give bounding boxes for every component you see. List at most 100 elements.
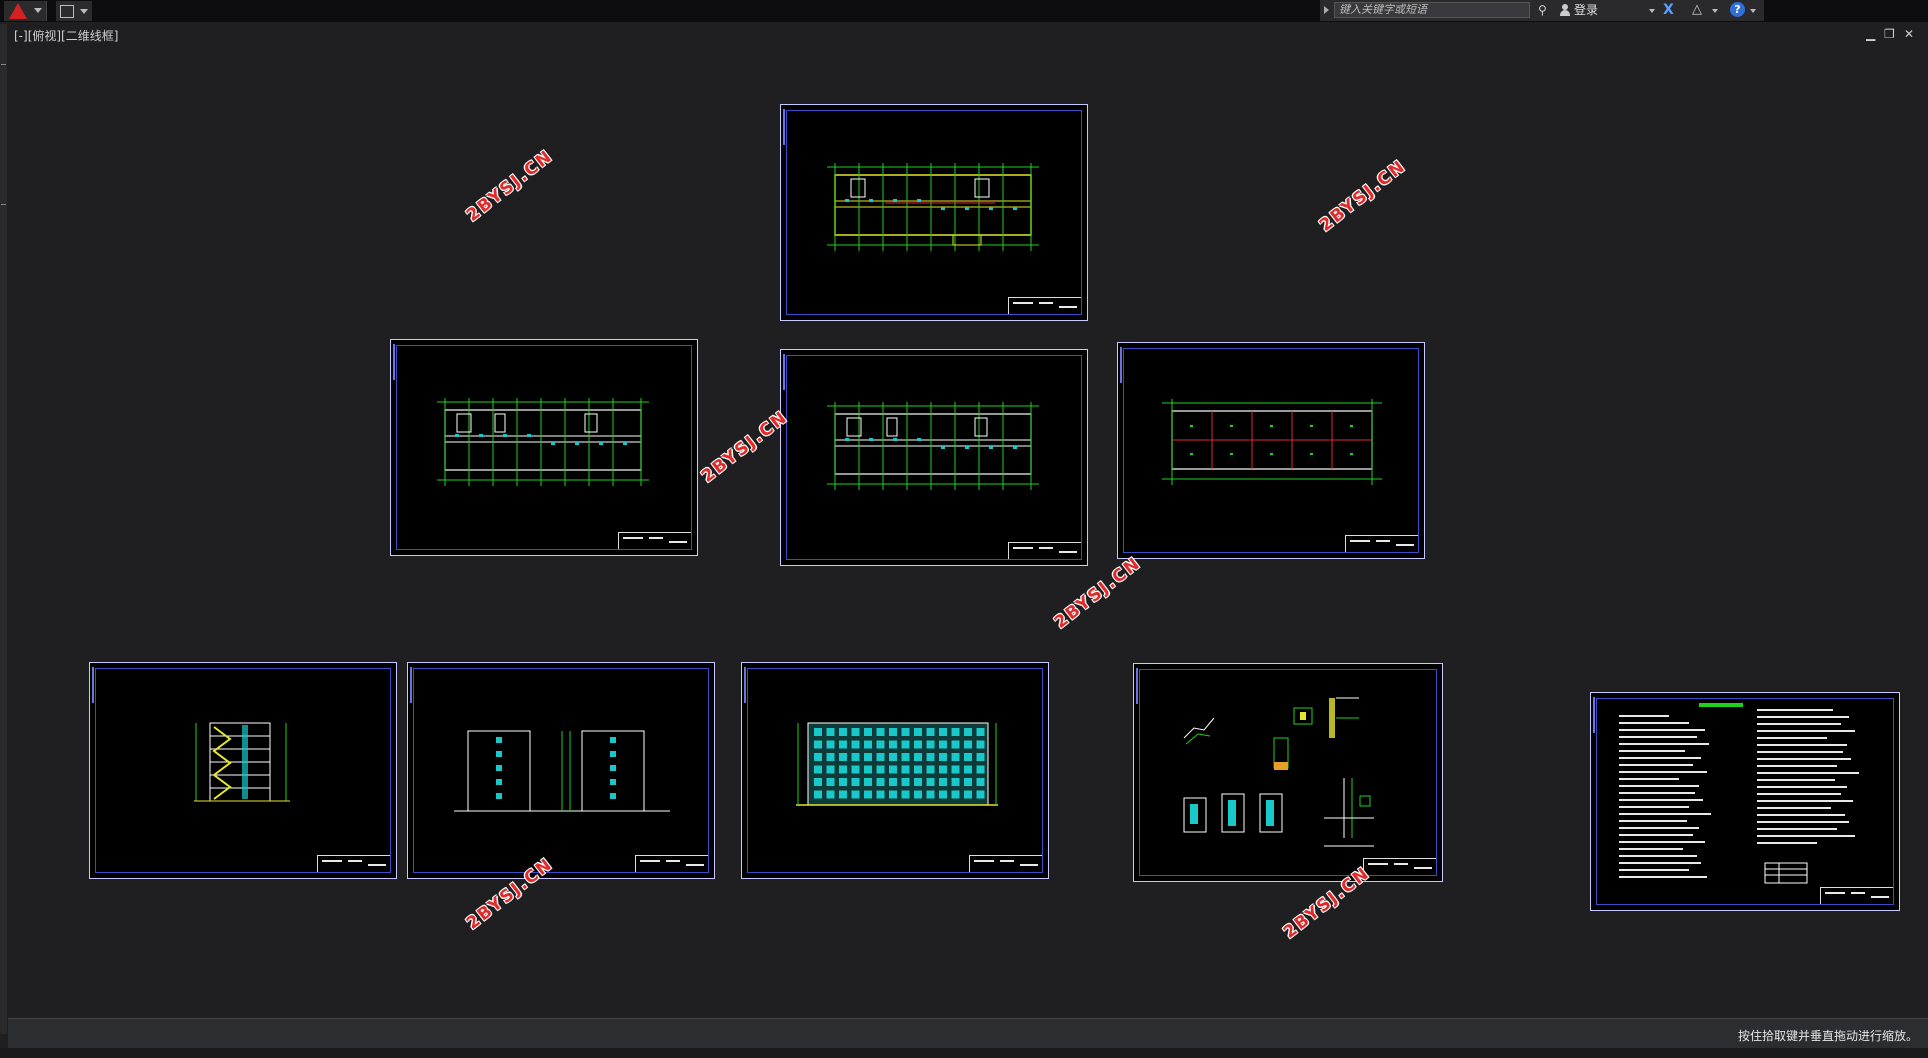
restore-button[interactable]: ❐ bbox=[1884, 28, 1895, 40]
chevron-down-icon[interactable] bbox=[1712, 9, 1718, 13]
exchange-x-icon[interactable]: X bbox=[1663, 2, 1679, 18]
window-mark bbox=[851, 765, 860, 774]
window-mark bbox=[901, 778, 910, 786]
chevron-down-icon[interactable] bbox=[1750, 9, 1756, 13]
text-line-mark bbox=[1757, 723, 1841, 725]
drawing-sheet[interactable] bbox=[780, 104, 1088, 321]
text-line-mark bbox=[1619, 834, 1693, 836]
text-line-mark bbox=[1757, 779, 1835, 781]
window-mark bbox=[976, 740, 985, 749]
drawing-sheet[interactable] bbox=[407, 662, 715, 879]
watermark-text: 2BYSJ.CN bbox=[462, 146, 558, 226]
window-mark bbox=[939, 740, 947, 749]
workspace-icon bbox=[60, 5, 74, 18]
window-mark bbox=[926, 740, 935, 749]
title-block bbox=[1820, 887, 1893, 904]
minimize-button[interactable]: ▁ bbox=[1866, 28, 1875, 40]
help-icon[interactable]: ? bbox=[1730, 2, 1745, 17]
chevron-down-icon[interactable] bbox=[1649, 9, 1655, 13]
window-mark bbox=[876, 778, 885, 786]
window-mark bbox=[826, 778, 835, 786]
window-mark bbox=[851, 753, 860, 761]
window-mark bbox=[826, 790, 835, 799]
window-mark bbox=[839, 728, 847, 736]
text-line-mark bbox=[1619, 771, 1707, 773]
roof-plan-drawing bbox=[1162, 399, 1382, 485]
text-line-mark bbox=[1619, 736, 1697, 738]
left-scroll-edge[interactable] bbox=[0, 24, 7, 1034]
window-mark bbox=[926, 753, 935, 761]
window-mark bbox=[889, 790, 897, 799]
side-elevation-drawing bbox=[454, 730, 670, 812]
window-mark bbox=[901, 753, 910, 761]
drawing-sheet[interactable] bbox=[89, 662, 397, 879]
drawing-sheet[interactable] bbox=[390, 339, 698, 556]
text-line-mark bbox=[1757, 842, 1817, 844]
window-mark bbox=[839, 740, 847, 749]
window-mark bbox=[839, 790, 847, 799]
watermark-text: 2BYSJ.CN bbox=[697, 407, 793, 487]
text-line-mark bbox=[1619, 820, 1687, 822]
application-menu-button[interactable] bbox=[4, 1, 47, 21]
window-mark bbox=[826, 740, 835, 749]
text-line-mark bbox=[1757, 828, 1837, 830]
floor-plan-drawing bbox=[827, 163, 1039, 251]
window-mark bbox=[851, 790, 860, 799]
window-mark bbox=[964, 728, 972, 736]
drawing-sheet[interactable] bbox=[741, 662, 1049, 879]
text-line-mark bbox=[1619, 750, 1685, 752]
window-mark bbox=[976, 790, 985, 799]
window-mark bbox=[889, 765, 897, 774]
drawing-sheet[interactable] bbox=[1117, 342, 1425, 559]
text-line-mark bbox=[1619, 729, 1705, 731]
sign-in-button[interactable]: 登录 bbox=[1560, 2, 1598, 18]
text-line-mark bbox=[1757, 807, 1831, 809]
title-block bbox=[1008, 542, 1081, 559]
window-mark bbox=[889, 728, 897, 736]
text-line-mark bbox=[1619, 799, 1703, 801]
window-mark bbox=[914, 790, 922, 799]
quick-access-toolbar[interactable] bbox=[56, 1, 92, 21]
close-button[interactable]: ✕ bbox=[1904, 28, 1914, 40]
text-line-mark bbox=[1757, 744, 1847, 746]
title-block bbox=[317, 855, 390, 872]
title-bar: 键入关键字或短语 ⚲ 登录 X △ ? bbox=[0, 0, 1928, 22]
window-mark bbox=[876, 753, 885, 761]
autocad-logo-icon bbox=[9, 3, 27, 19]
text-line-mark bbox=[1757, 793, 1841, 795]
window-mark bbox=[914, 753, 922, 761]
window-mark bbox=[864, 790, 872, 799]
window-mark bbox=[901, 728, 910, 736]
text-line-mark bbox=[1619, 869, 1689, 871]
viewport-controls-label[interactable]: [-][俯视][二维线框] bbox=[14, 27, 118, 44]
window-mark bbox=[964, 753, 972, 761]
window-mark bbox=[864, 753, 872, 761]
text-line-mark bbox=[1619, 827, 1699, 829]
binoculars-icon[interactable]: ⚲ bbox=[1538, 3, 1554, 17]
window-mark bbox=[814, 728, 822, 736]
window-mark bbox=[839, 778, 847, 786]
drawing-sheet[interactable] bbox=[780, 349, 1088, 566]
window-mark bbox=[914, 728, 922, 736]
window-mark bbox=[839, 753, 847, 761]
window-mark bbox=[889, 753, 897, 761]
drawing-sheet[interactable] bbox=[1133, 663, 1443, 882]
text-line-mark bbox=[1757, 800, 1853, 802]
text-line-mark bbox=[1619, 862, 1701, 864]
window-mark bbox=[901, 740, 910, 749]
window-mark bbox=[839, 765, 847, 774]
text-line-mark bbox=[1757, 765, 1837, 767]
text-line-mark bbox=[1757, 835, 1855, 837]
design-notes-sheet[interactable] bbox=[1590, 692, 1900, 911]
text-line-mark bbox=[1619, 792, 1695, 794]
window-mark bbox=[901, 765, 910, 774]
text-line-mark bbox=[1619, 876, 1707, 878]
expand-arrow-icon[interactable] bbox=[1324, 6, 1329, 14]
window-mark bbox=[951, 740, 960, 749]
text-line-mark bbox=[1757, 758, 1851, 760]
window-mark bbox=[826, 728, 835, 736]
search-input[interactable]: 键入关键字或短语 bbox=[1334, 2, 1530, 18]
a360-icon[interactable]: △ bbox=[1692, 2, 1702, 18]
text-line-mark bbox=[1757, 751, 1843, 753]
text-line-mark bbox=[1757, 737, 1827, 739]
